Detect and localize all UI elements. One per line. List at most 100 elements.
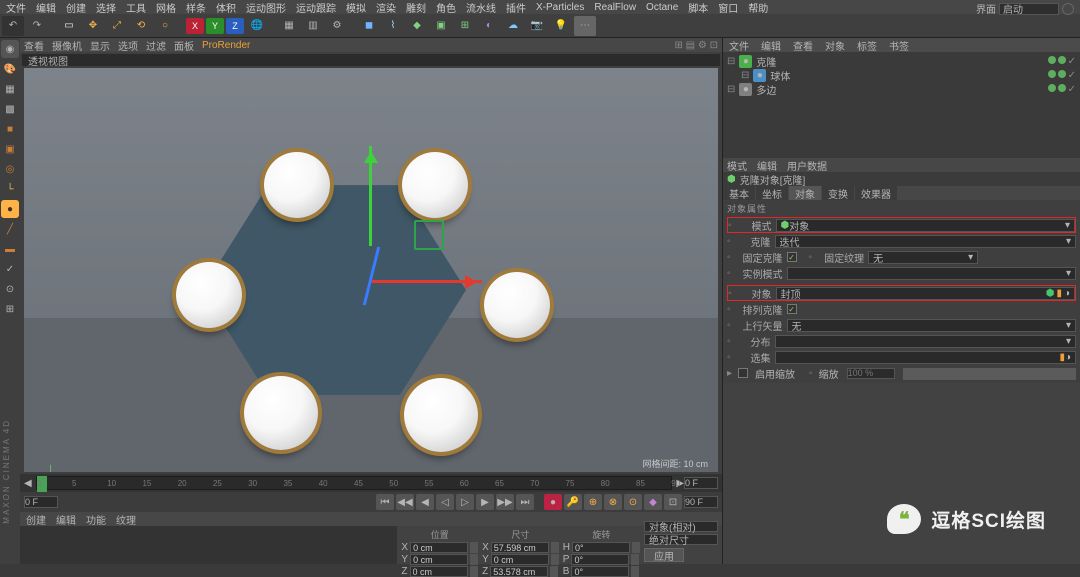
lasso-tool[interactable]: ○ — [154, 16, 176, 36]
key-rot-button[interactable]: ⊙ — [624, 494, 642, 510]
amtab-编辑[interactable]: 编辑 — [757, 158, 777, 173]
spline-primitive[interactable]: ⌇ — [382, 16, 404, 36]
goto-end-button[interactable]: ⏭ — [516, 494, 534, 510]
nurbs-primitive[interactable]: ◆ — [406, 16, 428, 36]
cube-primitive[interactable]: ◼ — [358, 16, 380, 36]
vmenu-查看[interactable]: 查看 — [24, 38, 44, 53]
menu-样条[interactable]: 样条 — [186, 0, 206, 15]
attrtab-基本[interactable]: 基本 — [723, 186, 755, 200]
snap-icon[interactable]: ⊙ — [1, 280, 19, 298]
size-z-field[interactable] — [490, 566, 548, 577]
vmenu-面板[interactable]: 面板 — [174, 38, 194, 53]
pos-x-field[interactable] — [410, 542, 468, 553]
gizmo-plane[interactable] — [414, 220, 444, 250]
menu-运动跟踪[interactable]: 运动跟踪 — [296, 0, 336, 15]
time-field[interactable] — [684, 477, 718, 489]
gizmo-y-axis[interactable] — [369, 146, 372, 246]
rot-p-field[interactable] — [571, 554, 629, 565]
scale-tool[interactable]: ⤢ — [106, 16, 128, 36]
menu-窗口[interactable]: 窗口 — [718, 0, 738, 15]
record-button[interactable]: ● — [544, 494, 562, 510]
menu-脚本[interactable]: 脚本 — [688, 0, 708, 15]
bottab-编辑[interactable]: 编辑 — [56, 512, 76, 527]
deformer-primitive[interactable]: ◐ — [478, 16, 500, 36]
distribution-dropdown[interactable]: ▾ — [775, 335, 1076, 348]
menu-插件[interactable]: 插件 — [506, 0, 526, 15]
menu-RealFlow[interactable]: RealFlow — [594, 2, 636, 13]
enable-scale-checkbox[interactable] — [738, 368, 748, 378]
texture-mode-icon[interactable]: 🎨 — [1, 60, 19, 78]
start-frame-field[interactable] — [24, 496, 58, 508]
render-region-button[interactable]: ▥ — [302, 16, 324, 36]
array-primitive[interactable]: ⊞ — [454, 16, 476, 36]
autokey-button[interactable]: 🔑 — [564, 494, 582, 510]
menu-流水线[interactable]: 流水线 — [466, 0, 496, 15]
amtab-用户数据[interactable]: 用户数据 — [787, 158, 827, 173]
axis-x-toggle[interactable]: X — [186, 18, 204, 34]
axis-z-toggle[interactable]: Z — [226, 18, 244, 34]
pos-y-field[interactable] — [410, 554, 468, 565]
omtab-标签[interactable]: 标签 — [857, 38, 877, 53]
viewport[interactable]: │── 网格间距: 10 cm — [24, 68, 718, 472]
rotate-tool[interactable]: ⟲ — [130, 16, 152, 36]
next-key-button[interactable]: ▶▶ — [496, 494, 514, 510]
axis-y-toggle[interactable]: Y — [206, 18, 224, 34]
omtab-对象[interactable]: 对象 — [825, 38, 845, 53]
object-link-field[interactable]: 封顶 ⬢▮◑ — [776, 287, 1075, 300]
object-hierarchy[interactable]: ⊟●克隆✓⊟●球体✓⊟●多边✓ — [723, 52, 1080, 158]
size-x-field[interactable] — [491, 542, 549, 553]
attrtab-坐标[interactable]: 坐标 — [756, 186, 788, 200]
world-toggle[interactable]: 🌐 — [246, 16, 268, 36]
box2-icon[interactable]: ▣ — [1, 140, 19, 158]
rot-b-field[interactable] — [571, 566, 629, 577]
prev-frame-button[interactable]: ◀ — [416, 494, 434, 510]
menu-网格[interactable]: 网格 — [156, 0, 176, 15]
help-icon[interactable] — [1062, 3, 1074, 15]
upvector-dropdown[interactable]: 无▾ — [787, 319, 1076, 332]
menu-渲染[interactable]: 渲染 — [376, 0, 396, 15]
point-mode-icon[interactable]: ● — [1, 200, 19, 218]
omtab-编辑[interactable]: 编辑 — [761, 38, 781, 53]
key-pos-button[interactable]: ⊕ — [584, 494, 602, 510]
size-y-field[interactable] — [491, 554, 549, 565]
attrtab-效果器[interactable]: 效果器 — [855, 186, 897, 200]
menu-Octane[interactable]: Octane — [646, 2, 678, 13]
menu-X-Particles[interactable]: X-Particles — [536, 2, 584, 13]
hierarchy-item[interactable]: ⊟●多边✓ — [727, 82, 1076, 96]
omtab-文件[interactable]: 文件 — [729, 38, 749, 53]
menu-体积[interactable]: 体积 — [216, 0, 236, 15]
key-pla-button[interactable]: ⊡ — [664, 494, 682, 510]
prorender-tab[interactable]: ProRender — [202, 40, 250, 51]
model-mode-icon[interactable]: ◉ — [1, 40, 19, 58]
selection-field[interactable]: ▮◑ — [775, 351, 1076, 364]
menu-模拟[interactable]: 模拟 — [346, 0, 366, 15]
play-back-button[interactable]: ◁ — [436, 494, 454, 510]
bottab-纹理[interactable]: 纹理 — [116, 512, 136, 527]
menu-雕刻[interactable]: 雕刻 — [406, 0, 426, 15]
goto-start-button[interactable]: ⏮ — [376, 494, 394, 510]
bottab-创建[interactable]: 创建 — [26, 512, 46, 527]
fixtex-dropdown[interactable]: 无▾ — [868, 251, 978, 264]
gizmo-x-axis[interactable] — [372, 280, 482, 283]
next-frame-button[interactable]: ▶ — [476, 494, 494, 510]
light-primitive[interactable]: 💡 — [550, 16, 572, 36]
vmenu-显示[interactable]: 显示 — [90, 38, 110, 53]
key-param-button[interactable]: ◆ — [644, 494, 662, 510]
mode-dropdown[interactable]: ⬢ 对象▾ — [776, 219, 1075, 232]
menu-创建[interactable]: 创建 — [66, 0, 86, 15]
environment-primitive[interactable]: ☁ — [502, 16, 524, 36]
render-view-button[interactable]: ▦ — [278, 16, 300, 36]
hierarchy-item[interactable]: ⊟●球体✓ — [727, 68, 1076, 82]
poly-mode-icon[interactable]: ▬ — [1, 240, 19, 258]
menu-运动图形[interactable]: 运动图形 — [246, 0, 286, 15]
menu-编辑[interactable]: 编辑 — [36, 0, 56, 15]
bottab-功能[interactable]: 功能 — [86, 512, 106, 527]
grid-snap-icon[interactable]: ⊞ — [1, 300, 19, 318]
vmenu-过滤[interactable]: 过滤 — [146, 38, 166, 53]
render-settings-button[interactable]: ⚙ — [326, 16, 348, 36]
omtab-查看[interactable]: 查看 — [793, 38, 813, 53]
menu-帮助[interactable]: 帮助 — [748, 0, 768, 15]
clone-dropdown[interactable]: 迭代▾ — [775, 235, 1076, 248]
workplane-icon[interactable]: ▦ — [1, 80, 19, 98]
material-area[interactable] — [20, 526, 397, 564]
